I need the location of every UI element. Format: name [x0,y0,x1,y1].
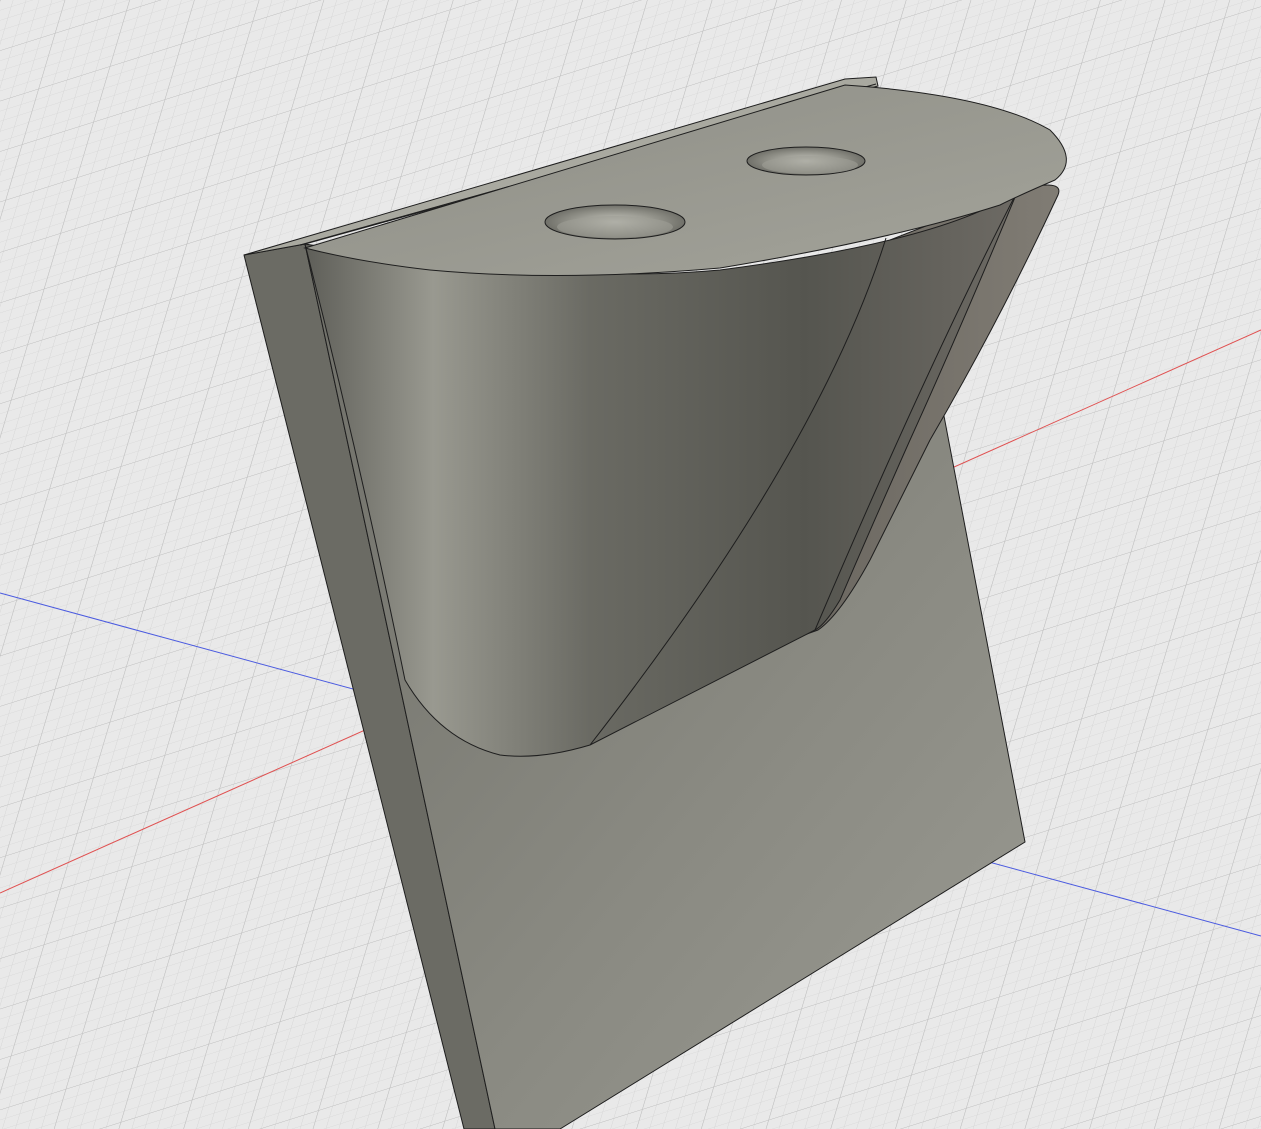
mounting-hole-2[interactable] [746,146,866,176]
viewport-canvas[interactable] [0,0,1261,1129]
3d-viewport[interactable] [0,0,1261,1129]
mounting-hole-1[interactable] [544,204,686,240]
